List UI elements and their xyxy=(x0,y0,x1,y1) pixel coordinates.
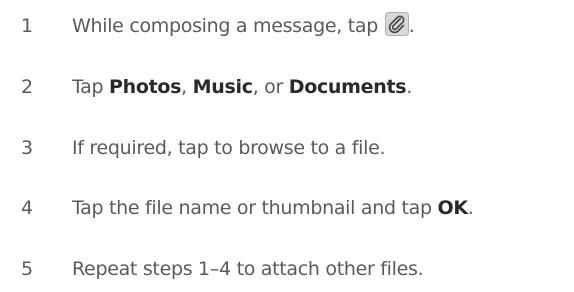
step-number: 4 xyxy=(21,197,33,219)
step-number: 3 xyxy=(21,137,33,159)
step-text-part: . xyxy=(406,76,413,98)
step-text: Repeat steps 1–4 to attach other files. xyxy=(72,258,424,280)
step-text: While composing a message, tap . xyxy=(72,8,415,44)
step-text: Tap Photos, Music, or Documents. xyxy=(72,69,412,105)
ui-term-photos: Photos xyxy=(109,76,182,98)
step-text-part: . xyxy=(467,197,474,219)
paperclip-icon xyxy=(384,12,409,36)
step-text-part: , or xyxy=(252,76,289,98)
step-text-part: While composing a message, tap xyxy=(72,15,379,37)
step-number: 5 xyxy=(21,258,33,280)
ui-term-documents: Documents xyxy=(288,76,407,98)
step-number: 1 xyxy=(21,15,33,37)
ui-term-ok: OK xyxy=(437,197,468,219)
ui-term-music: Music xyxy=(192,76,253,98)
step-text-part: Tap the file name or thumbnail and tap xyxy=(72,197,438,219)
step-text-part: , xyxy=(181,76,193,98)
step-text: Tap the file name or thumbnail and tap O… xyxy=(72,190,474,226)
step-text-part: . xyxy=(408,15,415,37)
step-text-part: Tap xyxy=(72,76,110,98)
instruction-steps: 1 While composing a message, tap . 2 Tap… xyxy=(0,0,574,292)
step-number: 2 xyxy=(21,76,33,98)
step-text: If required, tap to browse to a file. xyxy=(72,137,386,159)
